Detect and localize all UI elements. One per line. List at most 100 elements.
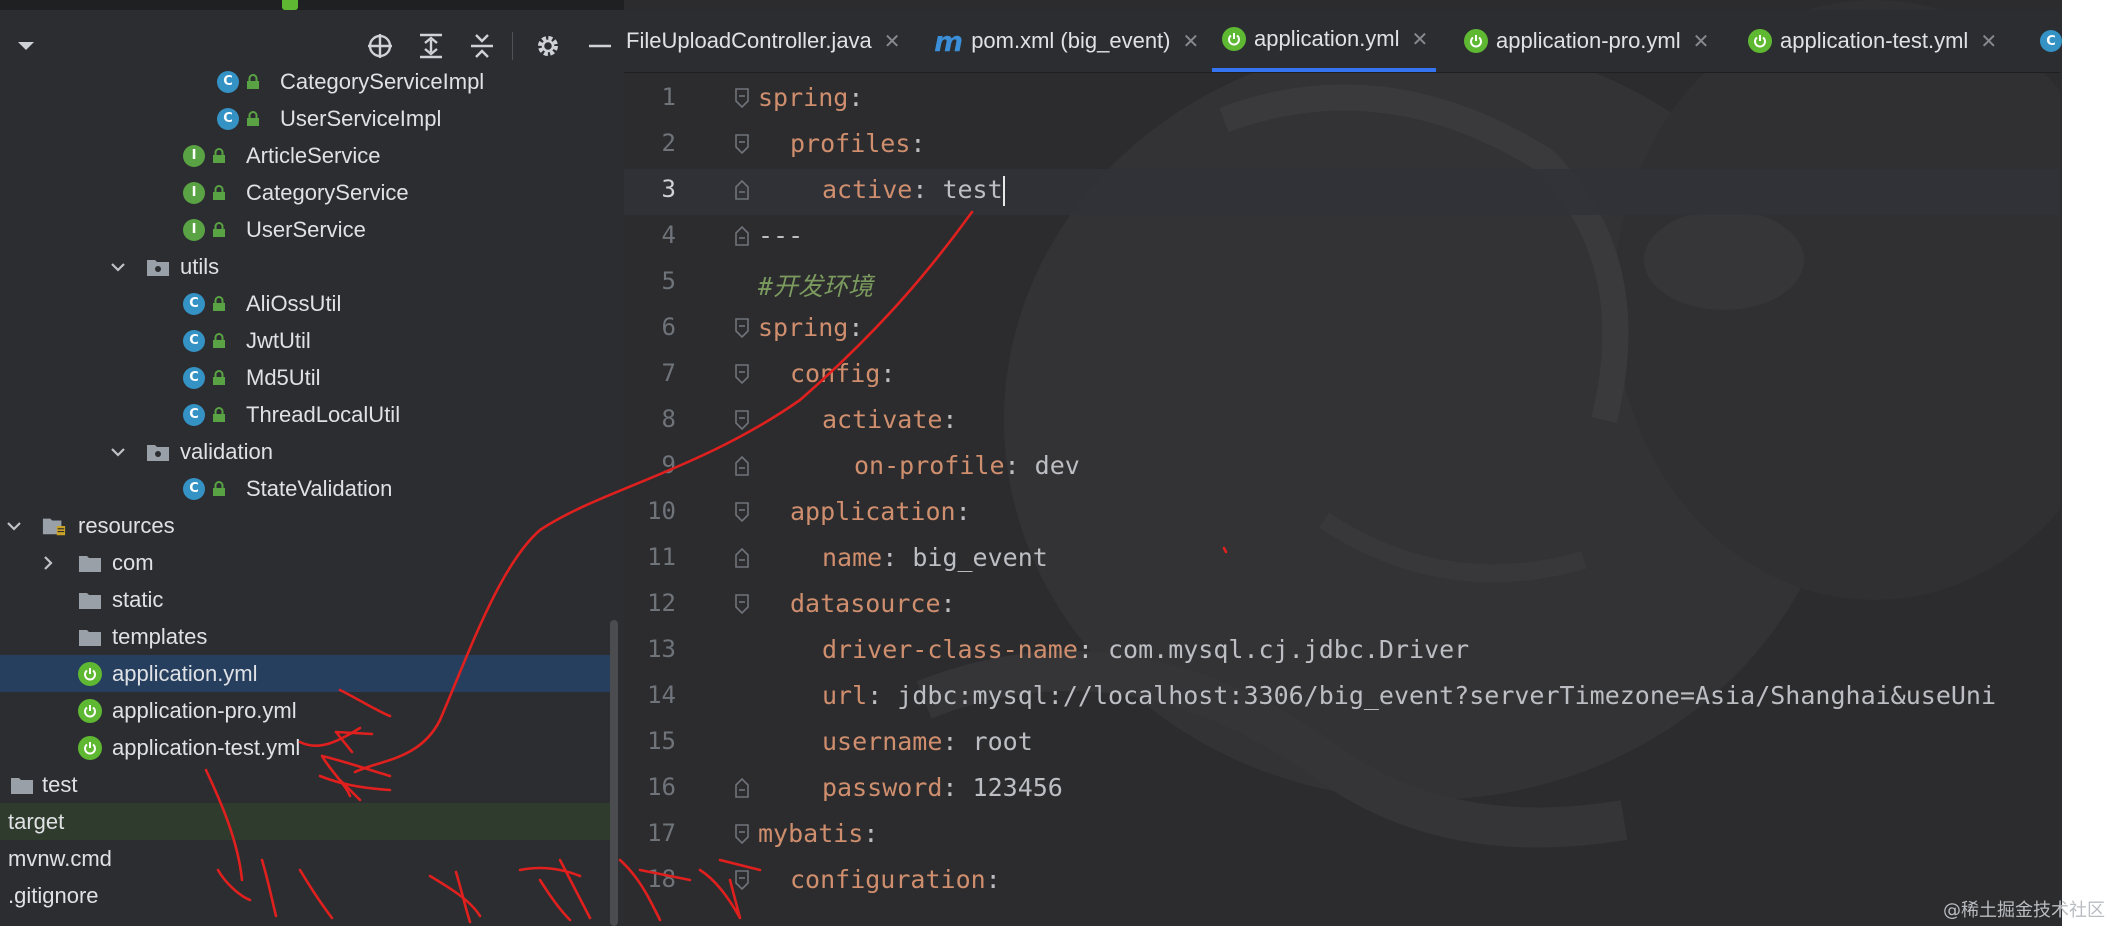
tree-item-target-folder[interactable]: target: [0, 803, 610, 840]
yaml-comment: #开发环境: [758, 272, 874, 301]
yaml-key: activate: [822, 405, 943, 434]
tree-item-test-folder[interactable]: test: [0, 766, 610, 803]
tab-application-test-yml[interactable]: application-test.yml ✕: [1748, 10, 1997, 72]
chevron-right-icon[interactable]: [38, 553, 58, 573]
tree-item-application-test-yml[interactable]: application-test.yml: [0, 729, 610, 766]
tree-item-category-service-impl[interactable]: C CategoryServiceImpl: [0, 63, 610, 100]
tree-item-article-service[interactable]: I ArticleService: [0, 137, 610, 174]
collapse-all-icon[interactable]: [462, 26, 502, 66]
chevron-down-icon[interactable]: [4, 516, 24, 536]
tree-item-templates-folder[interactable]: templates: [0, 618, 610, 655]
tree-item-user-service-impl[interactable]: C UserServiceImpl: [0, 100, 610, 137]
yaml-key: active: [822, 175, 913, 204]
tree-item-static-folder[interactable]: static: [0, 581, 610, 618]
tree-item-label: .gitignore: [8, 882, 99, 908]
chevron-down-icon[interactable]: [6, 26, 46, 66]
fold-open-icon[interactable]: [734, 317, 750, 339]
code-editor[interactable]: 1 spring: 2 profiles: 3 active: test 4 -…: [624, 77, 2062, 926]
tree-item-application-yml[interactable]: application.yml: [0, 655, 610, 692]
spring-boot-icon: [1222, 27, 1246, 51]
code-text: configuration:: [790, 865, 1001, 894]
fold-open-icon[interactable]: [734, 133, 750, 155]
class-icon: C: [216, 70, 240, 94]
chevron-down-icon[interactable]: [108, 257, 128, 277]
yaml-key: on-profile: [854, 451, 1005, 480]
crosshair-icon[interactable]: [360, 26, 400, 66]
tree-item-category-service[interactable]: I CategoryService: [0, 174, 610, 211]
tree-item-label: resources: [78, 512, 175, 538]
chevron-down-icon[interactable]: [108, 442, 128, 462]
yaml-colon: :: [848, 313, 864, 342]
fold-open-icon[interactable]: [734, 823, 750, 845]
line-number: 4: [661, 221, 676, 249]
spring-boot-icon: [78, 661, 102, 686]
tree-item-resources-folder[interactable]: resources: [0, 507, 610, 544]
tree-item-state-validation[interactable]: C StateValidation: [0, 470, 610, 507]
tree-item-user-service[interactable]: I UserService: [0, 211, 610, 248]
fold-close-icon[interactable]: [734, 225, 750, 247]
code-line: 4 ---: [624, 215, 2062, 261]
code-line: 17 mybatis:: [624, 813, 2062, 859]
tree-item-label: AliOssUtil: [246, 290, 342, 316]
fold-open-icon[interactable]: [734, 501, 750, 523]
yaml-colon: :: [912, 175, 928, 204]
code-line-current: 3 active: test: [624, 169, 2062, 215]
tab-application-yml[interactable]: application.yml ✕: [1212, 10, 1437, 72]
spring-boot-icon: [78, 698, 102, 723]
fold-open-icon[interactable]: [734, 87, 750, 109]
fold-open-icon[interactable]: [734, 869, 750, 891]
tab-overflow[interactable]: C: [2040, 10, 2062, 72]
gear-icon[interactable]: [528, 26, 568, 66]
tree-item-label: UserServiceImpl: [280, 105, 442, 131]
close-icon[interactable]: ✕: [884, 29, 901, 53]
tree-item-mvnw-cmd[interactable]: mvnw.cmd: [0, 840, 610, 877]
code-line: 2 profiles:: [624, 123, 2062, 169]
tree-item-gitignore[interactable]: .gitignore: [0, 877, 610, 914]
close-icon[interactable]: ✕: [1693, 29, 1710, 53]
yaml-key: application: [790, 497, 956, 526]
tree-item-label: ArticleService: [246, 142, 381, 168]
tree-item-ali-oss-util[interactable]: C AliOssUtil: [0, 285, 610, 322]
tree-item-application-pro-yml[interactable]: application-pro.yml: [0, 692, 610, 729]
tree-item-md5-util[interactable]: C Md5Util: [0, 359, 610, 396]
fold-close-icon[interactable]: [734, 455, 750, 477]
tree-item-utils-package[interactable]: utils: [0, 248, 610, 285]
project-scrollbar[interactable]: [610, 620, 618, 926]
yaml-key: mybatis: [758, 819, 864, 848]
yaml-colon: :: [1004, 451, 1020, 480]
fold-open-icon[interactable]: [734, 593, 750, 615]
tree-item-label: target: [8, 808, 65, 834]
tab-file-upload-controller[interactable]: FileUploadController.java ✕: [626, 10, 901, 72]
spring-boot-icon: [1748, 29, 1772, 53]
fold-open-icon[interactable]: [734, 363, 750, 385]
fold-close-icon[interactable]: [734, 777, 750, 799]
code-text: driver-class-name: com.mysql.cj.jdbc.Dri…: [822, 635, 1469, 664]
editor-scrollbar[interactable]: [2060, 72, 2062, 926]
tab-label: application.yml: [1254, 26, 1400, 51]
yaml-key: password: [822, 773, 943, 802]
tree-item-thread-local-util[interactable]: C ThreadLocalUtil: [0, 396, 610, 433]
class-icon: C: [182, 329, 206, 353]
yaml-colon: :: [848, 83, 864, 112]
close-icon[interactable]: ✕: [1412, 27, 1429, 51]
spring-boot-icon: [1464, 29, 1488, 53]
tab-pom-xml[interactable]: m pom.xml (big_event) ✕: [934, 10, 1199, 72]
tree-item-label: com: [112, 549, 154, 575]
expand-all-icon[interactable]: [411, 26, 451, 66]
fold-close-icon[interactable]: [734, 547, 750, 569]
close-icon[interactable]: ✕: [1183, 29, 1200, 53]
tree-item-com-folder[interactable]: com: [0, 544, 610, 581]
folder-icon: [78, 551, 102, 575]
toolbar-divider: [512, 32, 513, 60]
code-text: password: 123456: [822, 773, 1063, 802]
fold-close-icon[interactable]: [734, 179, 750, 201]
yaml-value: root: [972, 727, 1033, 756]
close-icon[interactable]: ✕: [1980, 29, 1997, 53]
tab-application-pro-yml[interactable]: application-pro.yml ✕: [1464, 10, 1709, 72]
yaml-key: spring: [758, 313, 849, 342]
line-number: 17: [647, 819, 676, 847]
minus-icon[interactable]: [580, 26, 620, 66]
tree-item-jwt-util[interactable]: C JwtUtil: [0, 322, 610, 359]
fold-open-icon[interactable]: [734, 409, 750, 431]
tree-item-validation-package[interactable]: validation: [0, 433, 610, 470]
